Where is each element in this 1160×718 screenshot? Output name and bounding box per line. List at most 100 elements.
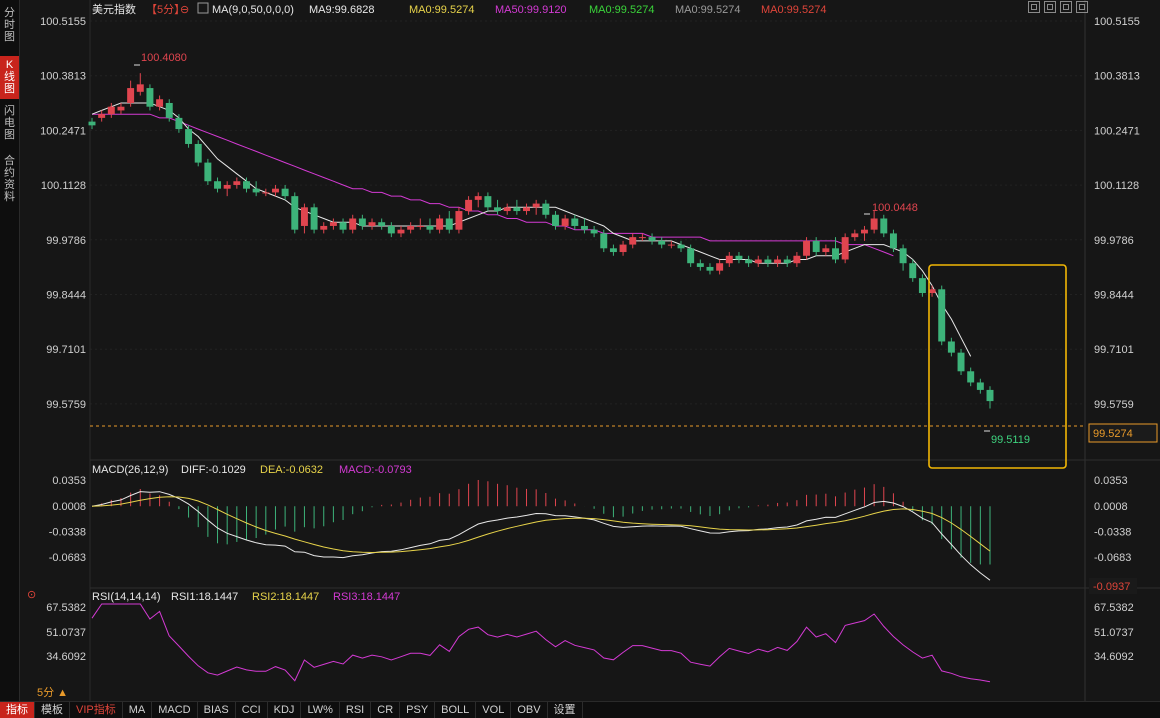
price-tick-left-3: 100.1128 (41, 180, 86, 192)
rsi-tick-left-2: 34.6092 (46, 651, 86, 663)
candle-body-3 (117, 106, 125, 111)
candle-body-57 (638, 237, 646, 239)
candle-body-25 (329, 222, 337, 226)
high-annotation-1: 100.4080 (141, 52, 187, 64)
ma9-line (91, 102, 972, 357)
candle-body-82 (880, 218, 888, 234)
candle-body-55 (619, 244, 627, 253)
candle-body-28 (358, 218, 366, 226)
candle-body-56 (629, 237, 637, 245)
candle-body-2 (107, 106, 115, 115)
candle-body-66 (725, 255, 733, 264)
candle-body-21 (291, 196, 299, 230)
bottom-tab-0[interactable]: 指标 (0, 702, 35, 718)
macd-tick-right-1: 0.0008 (1094, 501, 1128, 513)
bottom-tab-2[interactable]: VIP指标 (70, 702, 123, 718)
bottom-tab-12[interactable]: BOLL (435, 702, 477, 718)
chart-canvas[interactable]: 美元指数 【5分】⊖ MA(9,0,50,0,0,0) MA9:99.6828 MA0:… (0, 0, 1160, 701)
candle-body-41 (484, 196, 492, 208)
rsi-line (91, 603, 991, 683)
price-tick-left-6: 99.7101 (46, 344, 86, 356)
candle-body-49 (561, 218, 569, 226)
crosshair-icon[interactable] (1028, 1, 1040, 13)
candle-body-84 (899, 248, 907, 264)
bottom-indicator-bar: 指标 模板 VIP指标 MA MACD BIAS CCI KDJ LW% RSI CR PSY BOLL… (0, 701, 1160, 718)
macd-diff: DIFF:-0.1029 (181, 464, 246, 476)
bottom-tab-13[interactable]: VOL (476, 702, 512, 718)
rsi-title: RSI(14,14,14) (92, 591, 160, 603)
period-selector: 5分 ▲ (37, 686, 68, 699)
ma-legend-1: MA0:99.5274 (409, 4, 474, 16)
candle-body-34 (416, 225, 424, 227)
rsi-tick-right-0: 67.5382 (1094, 602, 1134, 614)
candle-body-43 (503, 207, 511, 212)
candle-body-6 (146, 88, 154, 107)
candle-body-42 (494, 207, 502, 212)
macd-tick-right-2: -0.0338 (1094, 527, 1131, 539)
candle-body-47 (542, 203, 550, 215)
candle-body-5 (136, 84, 144, 92)
candle-body-9 (175, 117, 183, 130)
price-tick-left-4: 99.9786 (46, 235, 86, 247)
candle-body-89 (947, 341, 955, 353)
price-tick-right-1: 100.3813 (1094, 71, 1140, 83)
bottom-tab-4[interactable]: MACD (152, 702, 198, 718)
symbol-name: 美元指数 (92, 2, 136, 16)
candle-body-22 (300, 207, 308, 226)
candle-body-17 (252, 188, 260, 193)
candle-body-32 (397, 229, 405, 234)
price-tick-right-6: 99.7101 (1094, 344, 1134, 356)
bottom-tab-11[interactable]: PSY (400, 702, 436, 718)
candle-body-64 (706, 266, 714, 271)
candle-body-37 (445, 218, 453, 230)
candle-body-26 (339, 222, 347, 230)
bottom-tab-3[interactable]: MA (123, 702, 153, 718)
candle-body-4 (127, 88, 135, 103)
candle-body-48 (552, 214, 559, 226)
bottom-tab-10[interactable]: CR (371, 702, 401, 718)
macd-tick-left-2: -0.0338 (49, 527, 86, 539)
ma-legend-0: MA9:99.6828 (309, 4, 374, 16)
bottom-tab-5[interactable]: BIAS (198, 702, 236, 718)
bottom-tab-1[interactable]: 模板 (35, 702, 70, 718)
candle-body-60 (667, 244, 675, 246)
candle-body-14 (223, 184, 231, 189)
bottom-tab-8[interactable]: LW% (301, 702, 340, 718)
bottom-tab-7[interactable]: KDJ (268, 702, 302, 718)
macd-title: MACD(26,12,9) (92, 464, 168, 476)
candle-body-46 (532, 203, 540, 208)
layout-icon[interactable] (1060, 1, 1072, 13)
bottom-tab-6[interactable]: CCI (236, 702, 268, 718)
macd-dea: DEA:-0.0632 (260, 464, 323, 476)
candle-body-20 (281, 188, 289, 197)
candle-body-73 (793, 255, 801, 264)
ma-legend-4: MA0:99.5274 (675, 4, 740, 16)
candle-body-62 (687, 248, 695, 264)
ma-legend-5: MA0:99.5274 (761, 4, 826, 16)
price-tick-right-0: 100.5155 (1094, 16, 1140, 28)
bottom-tab-14[interactable]: OBV (511, 702, 548, 718)
candle-body-76 (822, 248, 830, 253)
candle-body-88 (938, 289, 946, 342)
bottom-tab-9[interactable]: RSI (340, 702, 372, 718)
price-tick-left-1: 100.3813 (40, 71, 86, 83)
price-tick-right-4: 99.9786 (1094, 235, 1134, 247)
macd-current-label: -0.0937 (1093, 581, 1130, 593)
maximize-icon[interactable] (1076, 1, 1088, 13)
bottom-tab-15[interactable]: 设置 (548, 702, 583, 718)
current-price-label: 99.5274 (1093, 428, 1133, 440)
candle-body-24 (320, 225, 328, 230)
candle-body-23 (310, 207, 318, 230)
candle-body-50 (571, 218, 579, 226)
candle-body-39 (465, 199, 473, 212)
candle-body-79 (851, 233, 859, 238)
candle-body-53 (600, 233, 608, 249)
window-icon[interactable] (1044, 1, 1056, 13)
price-tick-right-2: 100.2471 (1094, 125, 1140, 137)
price-tick-left-5: 99.8444 (46, 290, 86, 302)
candle-body-16 (243, 181, 250, 189)
ma-legend-2: MA50:99.9120 (495, 4, 567, 16)
candle-body-11 (194, 143, 202, 163)
price-tick-right-3: 100.1128 (1094, 180, 1139, 192)
rsi3-label: RSI3:18.1447 (333, 591, 400, 603)
